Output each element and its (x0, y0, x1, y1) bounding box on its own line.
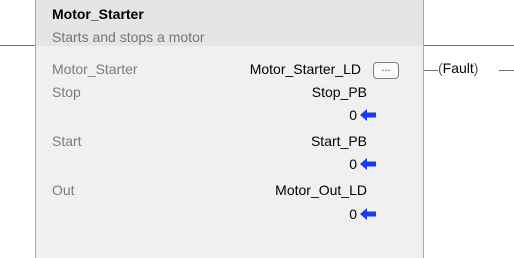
coil-close-paren: ) (473, 60, 479, 76)
arrow-left-icon (360, 158, 376, 170)
param-value-start: 0 (349, 156, 357, 172)
rung-wire-fault-right (499, 70, 514, 71)
param-tag-out[interactable]: Motor_Out_LD (275, 182, 367, 198)
function-block[interactable]: Motor_Starter Starts and stops a motor M… (35, 0, 424, 258)
fault-coil[interactable]: (Fault) (438, 60, 478, 76)
arrow-left-icon (360, 208, 376, 220)
param-value-stop: 0 (349, 107, 357, 123)
param-tag-start[interactable]: Start_PB (311, 133, 367, 149)
param-label-stop: Stop (52, 84, 81, 100)
block-name: Motor_Starter (52, 6, 144, 22)
browse-button[interactable]: ... (373, 62, 399, 79)
param-label-start: Start (52, 133, 82, 149)
param-value-out: 0 (349, 206, 357, 222)
rung-wire-right (424, 45, 514, 46)
param-tag-instance[interactable]: Motor_Starter_LD (250, 61, 361, 77)
param-tag-stop[interactable]: Stop_PB (312, 84, 367, 100)
fault-coil-label: Fault (442, 60, 474, 76)
param-label-out: Out (52, 182, 75, 198)
block-header: Motor_Starter Starts and stops a motor (36, 0, 423, 46)
param-label-instance: Motor_Starter (52, 61, 138, 77)
rung-wire-left (0, 45, 35, 46)
arrow-left-icon (360, 109, 376, 121)
rung-wire-fault (424, 70, 438, 71)
block-description: Starts and stops a motor (52, 29, 205, 45)
